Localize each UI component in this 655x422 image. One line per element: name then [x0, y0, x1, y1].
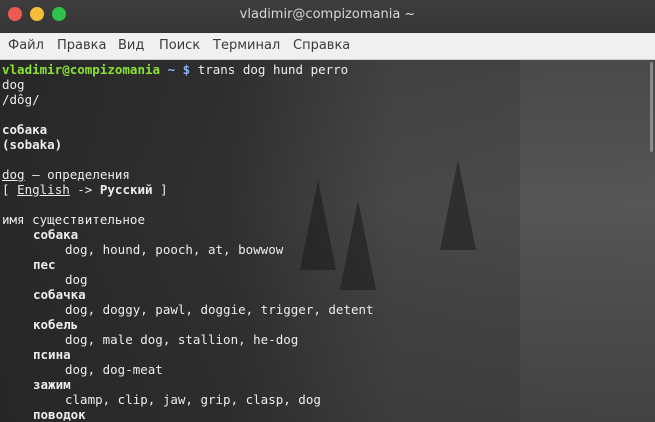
- terminal-output[interactable]: vladimir@compizomania ~ $ trans dog hund…: [0, 60, 655, 422]
- part-of-speech: имя существительное: [2, 212, 145, 227]
- def-word: dog: [2, 167, 25, 182]
- background-tree: [440, 160, 476, 250]
- lang-from: English: [17, 182, 70, 197]
- entry-word: зажим: [33, 377, 71, 392]
- bracket-open: [: [2, 182, 10, 197]
- translation: собака: [2, 122, 48, 137]
- entry-word: кобель: [33, 317, 79, 332]
- background-cliff: [520, 60, 655, 422]
- window-title: vladimir@compizomania ~: [239, 7, 416, 22]
- prompt-path: ~ $: [167, 62, 191, 77]
- entry-word: пес: [33, 257, 56, 272]
- scrollbar[interactable]: [650, 62, 653, 152]
- entry-synonyms: dog, dog-meat: [65, 362, 163, 377]
- prompt-line: vladimir@compizomania ~ $ trans dog hund…: [2, 62, 348, 77]
- menu-terminal[interactable]: Терминал: [213, 38, 280, 53]
- lang-arrow: ->: [77, 182, 93, 197]
- source-word: dog: [2, 77, 25, 92]
- background-tree: [340, 200, 376, 290]
- entry-word: собачка: [33, 287, 86, 302]
- bracket-close: ]: [160, 182, 168, 197]
- entry-word: поводок: [33, 407, 86, 422]
- entry-synonyms: dog, male dog, stallion, he-dog: [65, 332, 299, 347]
- definitions-heading: dog — определения: [2, 167, 130, 182]
- menu-file[interactable]: Файл: [8, 38, 44, 53]
- background-tree: [300, 180, 336, 270]
- phonetic: /dôg/: [2, 92, 40, 107]
- entry-synonyms: dog, doggy, pawl, doggie, trigger, deten…: [65, 302, 374, 317]
- lang-to: Русский: [99, 182, 153, 197]
- title-bar[interactable]: vladimir@compizomania ~: [0, 0, 655, 33]
- entry-word: собака: [33, 227, 79, 242]
- language-pair: [ English -> Русский ]: [2, 182, 168, 197]
- entry-synonyms: dog: [65, 272, 88, 287]
- transliteration: (sobaka): [2, 137, 63, 152]
- entry-synonyms: dog, hound, pooch, at, bowwow: [65, 242, 284, 257]
- prompt-user: vladimir@compizomania: [2, 62, 161, 77]
- menu-bar: Файл Правка Вид Поиск Терминал Справка: [0, 33, 655, 60]
- menu-search[interactable]: Поиск: [159, 38, 200, 53]
- menu-edit[interactable]: Правка: [57, 38, 106, 53]
- entry-word: псина: [33, 347, 71, 362]
- def-label: — определения: [32, 167, 130, 182]
- command-text: trans dog hund perro: [197, 62, 349, 77]
- menu-view[interactable]: Вид: [118, 38, 144, 53]
- terminal-window: vladimir@compizomania ~ Файл Правка Вид …: [0, 0, 655, 422]
- menu-help[interactable]: Справка: [293, 38, 350, 53]
- entry-synonyms: clamp, clip, jaw, grip, clasp, dog: [65, 392, 321, 407]
